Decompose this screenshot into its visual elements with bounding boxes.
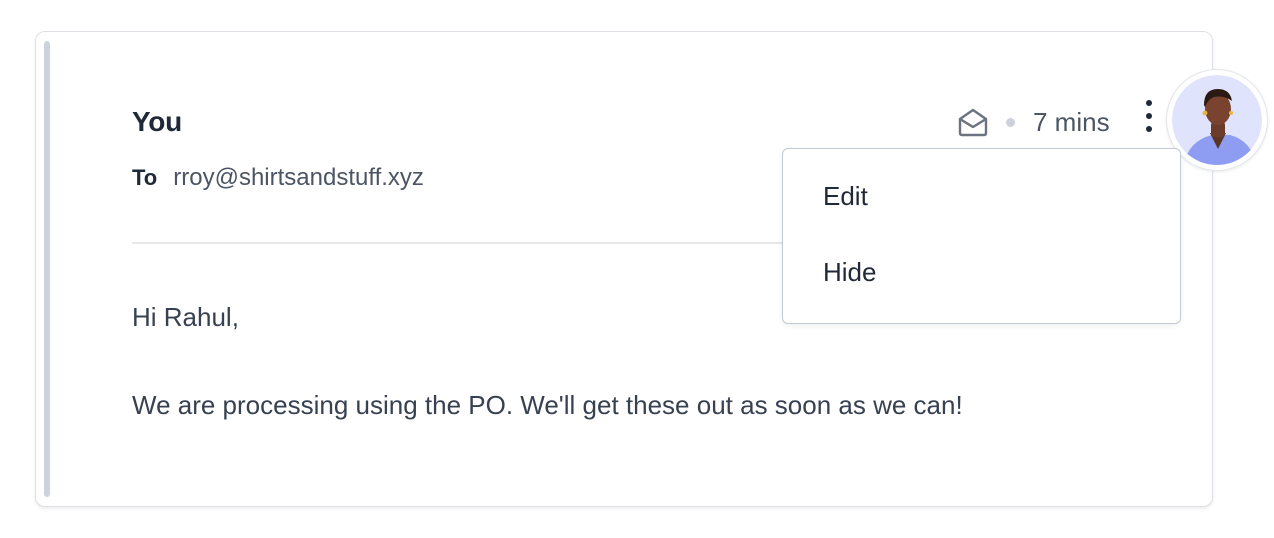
menu-item-edit[interactable]: Edit [823,181,868,212]
separator-dot [1006,117,1015,127]
envelope-open-icon [956,105,990,139]
message-accent-bar [44,41,50,497]
menu-item-hide[interactable]: Hide [823,257,876,288]
header-divider [132,242,832,244]
message-body: We are processing using the PO. We'll ge… [132,390,963,420]
to-label: To [132,165,158,190]
message-greeting: Hi Rahul, [132,302,239,332]
kebab-menu-icon[interactable] [1140,100,1158,132]
recipient-row: To rroy@shirtsandstuff.xyz [132,164,424,192]
recipient-address[interactable]: rroy@shirtsandstuff.xyz [173,164,424,192]
sender-name: You [132,106,182,137]
message-meta: 7 mins [956,104,1110,140]
message-time: 7 mins [1033,106,1110,137]
avatar[interactable] [1166,69,1268,171]
message-options-menu: Edit Hide [782,148,1181,324]
